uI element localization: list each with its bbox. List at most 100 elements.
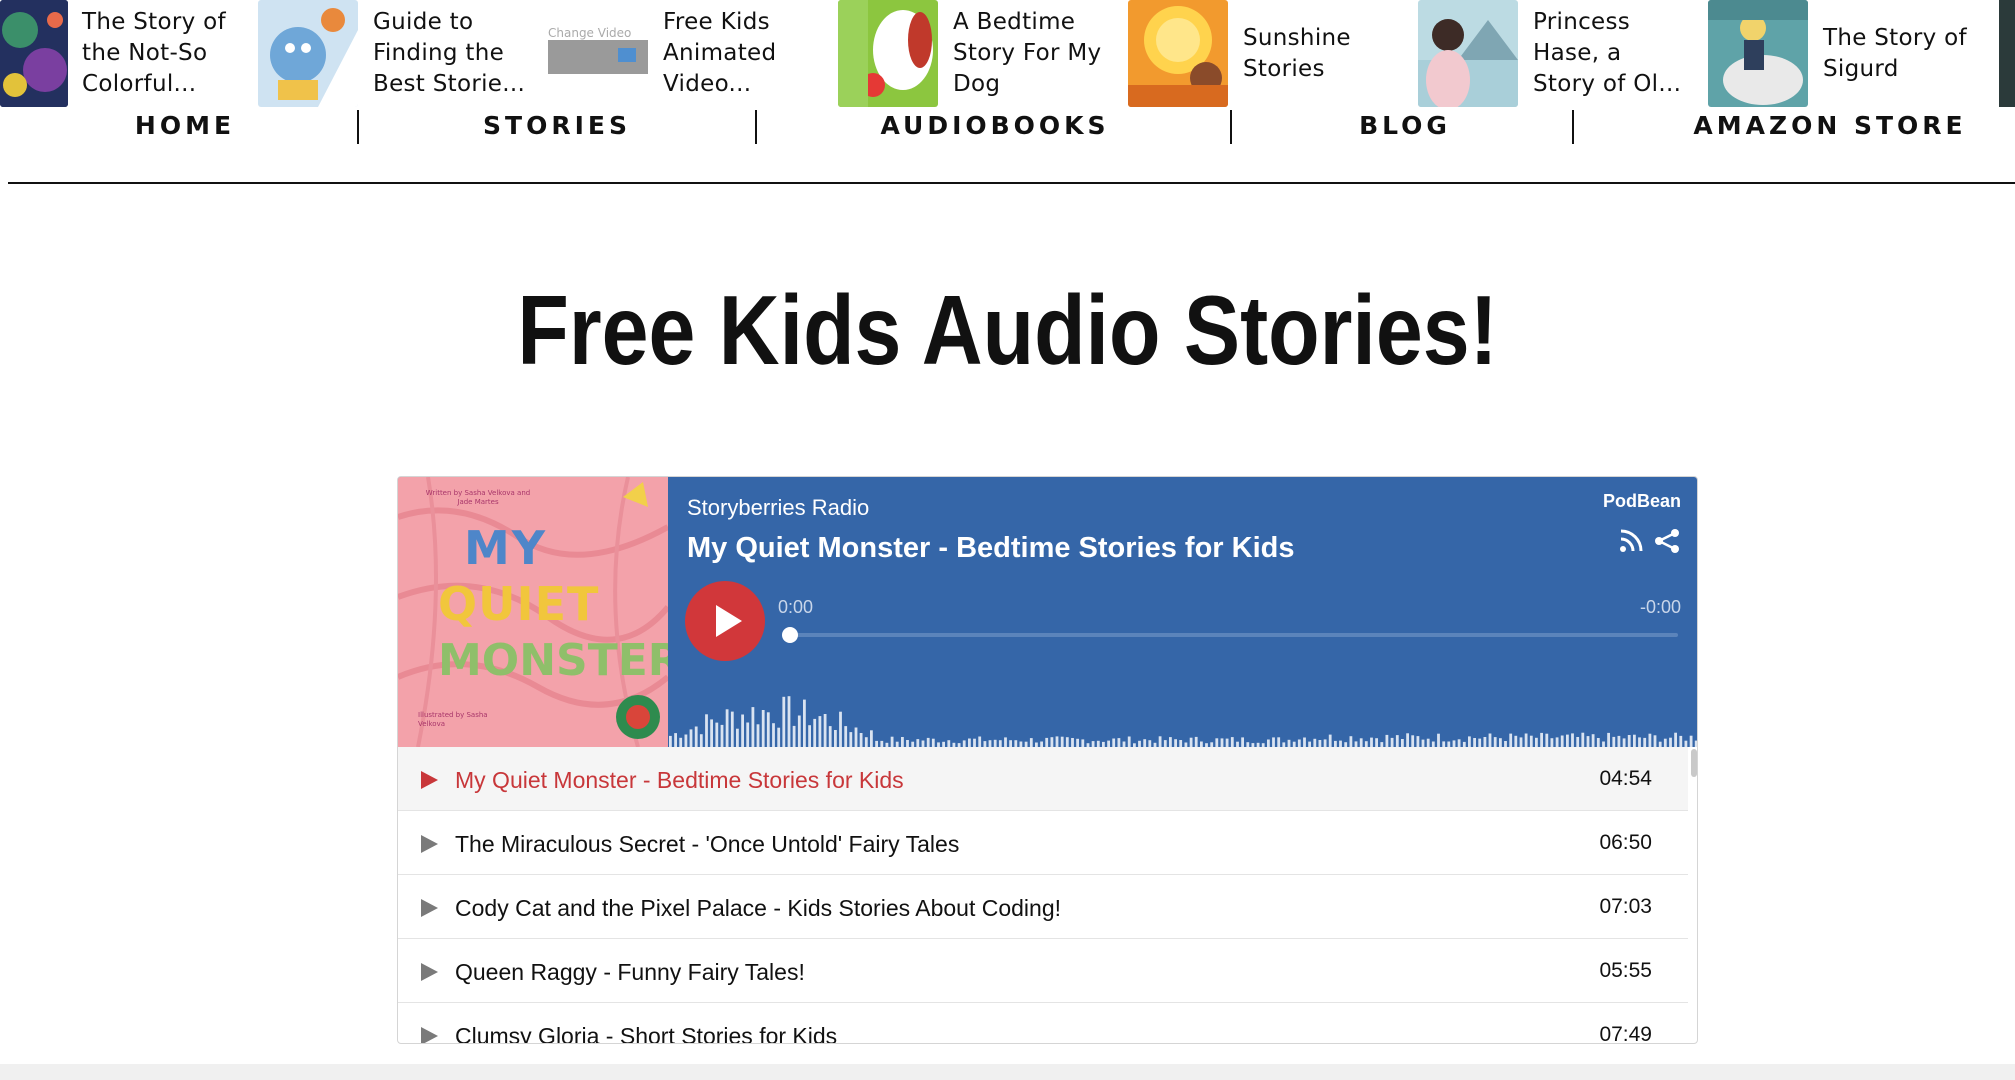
episode-title[interactable]: My Quiet Monster - Bedtime Stories for K… [687,532,1294,565]
carousel-thumbnail [1708,0,1808,107]
nav-divider [1572,110,1574,144]
playlist-scrollbar[interactable] [1691,749,1697,777]
waveform-bar [870,730,873,747]
waveform-bar [926,737,930,747]
main-nav: HOME STORIES AUDIOBOOKS BLOG AMAZON STOR… [0,107,2015,145]
progress-bar[interactable] [790,633,1678,637]
waveform-bar [1359,738,1363,747]
waveform-bar [859,733,863,747]
nav-blog[interactable]: BLOG [1330,107,1480,145]
rss-icon[interactable] [1617,527,1645,555]
elapsed-time: 0:00 [778,597,814,617]
waveform-bar [1669,737,1672,747]
track-duration: 05:55 [1599,959,1652,982]
podbean-logo[interactable]: PodBean [1603,491,1681,512]
waveform-bar [828,726,832,747]
waveform-bar [1194,736,1198,747]
carousel-item[interactable]: Change Video Free Kids Animated Video... [548,0,776,107]
waveform-bar [834,730,837,747]
track-title: My Quiet Monster - Bedtime Stories for K… [455,767,904,793]
waveform-bar [1591,734,1595,747]
carousel-title-line: Sigurd [1823,55,1899,82]
waveform-bar [1297,739,1301,747]
carousel-item[interactable]: Princess Hase, a Story of Ol... [1418,0,1681,107]
waveform-bar [864,737,868,747]
cover-title-line: MY [464,521,548,575]
share-icon[interactable] [1653,527,1681,555]
waveform-bar [1674,732,1677,747]
waveform-bar [844,726,848,747]
carousel-item[interactable]: The Story of the Not-So Colorful... [0,0,226,107]
waveform-bar [1571,733,1574,747]
waveform-bar [1045,737,1049,747]
waveform-bar [746,722,750,747]
carousel-item[interactable]: Sunshine Stories [1128,0,1351,107]
waveform-bar [947,740,951,747]
waveform-bar [962,740,966,747]
waveform-bar [1225,738,1229,747]
waveform-bar [849,732,853,747]
carousel-thumbnail-partial[interactable] [1999,0,2015,107]
carousel-item[interactable]: The Story of Sigurd [1708,0,1967,107]
waveform-bar [1406,733,1409,747]
waveform-bar [1014,740,1018,747]
progress-handle[interactable] [782,627,798,643]
playlist-track[interactable]: Cody Cat and the Pixel Palace - Kids Sto… [398,875,1688,939]
play-button[interactable] [685,581,765,661]
playlist-track[interactable]: Queen Raggy - Funny Fairy Tales! 05:55 [398,939,1688,1003]
waveform-bar [1545,733,1549,747]
carousel-thumbnail [838,0,938,107]
waveform-bar [1581,732,1585,747]
carousel-item[interactable]: Guide to Finding the Best Storie... [258,0,525,107]
show-name[interactable]: Storyberries Radio [687,495,869,521]
waveform-bar [1473,738,1476,747]
waveform-bar [978,736,982,747]
waveform-bar [993,739,997,747]
waveform-bar [1060,736,1064,747]
playlist-track[interactable]: The Miraculous Secret - 'Once Untold' Fa… [398,811,1688,875]
waveform-bar [1241,737,1244,747]
carousel-item[interactable]: A Bedtime Story For My Dog [838,0,1101,107]
nav-audiobooks[interactable]: AUDIOBOOKS [860,107,1130,145]
waveform-bar [998,740,1002,747]
waveform-bar [803,699,806,747]
carousel-title-line: Story of Ol... [1533,71,1682,97]
nav-home[interactable]: HOME [90,107,280,145]
playlist-track[interactable]: Clumsy Gloria - Short Stories for Kids 0… [398,1003,1688,1043]
waveform-bar [792,725,796,747]
waveform-bar [1303,737,1306,747]
waveform-bar [1029,738,1033,747]
waveform-bar [1179,740,1183,747]
play-icon [716,605,742,637]
carousel-title-line: Guide to [373,9,474,35]
nav-amazon-store[interactable]: AMAZON STORE [1680,107,1980,145]
waveform-bar [1323,739,1327,747]
waveform-bar [1076,738,1079,747]
carousel-thumbnail [258,0,358,107]
waveform-bar [1679,735,1683,747]
waveform-bar [720,724,724,747]
nav-stories[interactable]: STORIES [440,107,674,145]
waveform-bar [1648,733,1652,747]
audio-waveform[interactable] [668,691,1698,747]
page-bottom-strip [0,1064,2015,1080]
waveform-bar [1158,736,1162,747]
waveform-bar [715,722,719,747]
waveform-bar [1499,738,1502,747]
waveform-bar [1313,738,1317,747]
waveform-bar [1081,739,1085,747]
waveform-bar [1127,736,1131,747]
carousel-title-line: A Bedtime [953,9,1076,35]
waveform-bar [818,716,822,747]
waveform-bar [725,709,729,747]
waveform-bar [1390,737,1394,747]
nav-divider [755,110,757,144]
waveform-bar [1524,733,1528,747]
playlist-track[interactable]: My Quiet Monster - Bedtime Stories for K… [398,747,1688,811]
waveform-bar [1540,732,1543,747]
waveform-bar [1452,740,1456,747]
carousel-title-line: Sunshine [1243,24,1351,51]
nav-divider [357,110,359,144]
waveform-bar [1529,735,1533,747]
waveform-bar [1287,739,1291,747]
